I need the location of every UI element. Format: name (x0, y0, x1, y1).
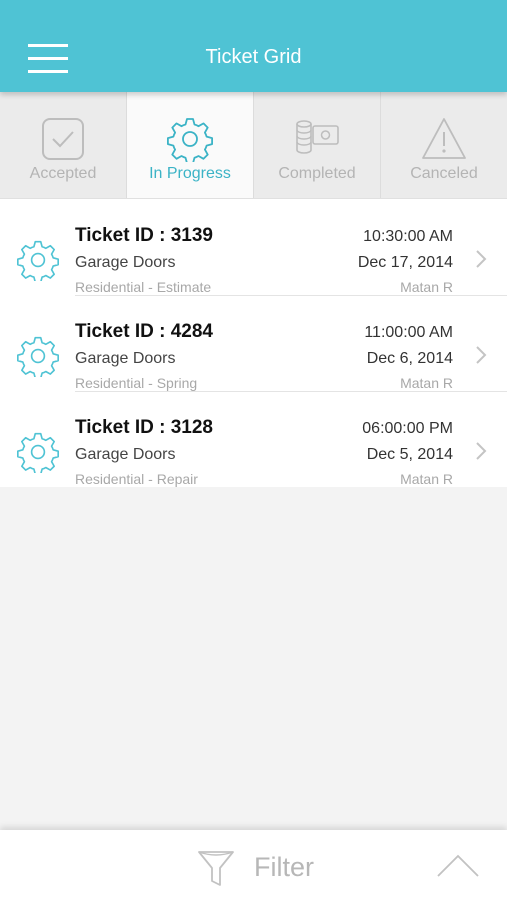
money-icon (296, 120, 339, 154)
gear-icon (17, 240, 59, 281)
ticket-user: Matan R (400, 279, 453, 295)
chevron-right-icon (476, 442, 487, 460)
warning-icon (422, 118, 466, 159)
app-header: Ticket Grid (0, 0, 507, 92)
chevron-right-icon (476, 346, 487, 364)
ticket-id: Ticket ID : 3128 (75, 417, 214, 438)
ticket-time: 06:00:00 PM (362, 420, 453, 437)
gear-icon (17, 432, 59, 473)
filter-label: Filter (254, 852, 314, 882)
ticket-user: Matan R (400, 375, 453, 391)
ticket-subtitle: Residential - Estimate (75, 279, 212, 295)
ticket-date: Dec 6, 2014 (366, 350, 453, 367)
chevron-up-icon[interactable] (436, 852, 480, 880)
ticket-time: 11:00:00 AM (364, 324, 453, 341)
ticket-id: Ticket ID : 4284 (75, 321, 214, 342)
ticket-list: Ticket ID : 3139 Garage Doors Residentia… (0, 199, 507, 487)
ticket-row[interactable]: Ticket ID : 3128 Garage Doors Residentia… (0, 391, 507, 487)
tab-completed[interactable]: Completed (254, 92, 381, 198)
page-title: Ticket Grid (205, 46, 302, 68)
ticket-category: Garage Doors (75, 446, 176, 463)
ticket-category: Garage Doors (75, 350, 176, 367)
tab-in-progress[interactable]: In Progress (127, 92, 254, 198)
ticket-category: Garage Doors (75, 254, 176, 271)
funnel-icon (198, 851, 234, 886)
ticket-user: Matan R (400, 471, 453, 487)
ticket-time: 10:30:00 AM (363, 228, 453, 245)
ticket-date: Dec 5, 2014 (366, 446, 453, 463)
ticket-row[interactable]: Ticket ID : 3139 Garage Doors Residentia… (0, 199, 507, 295)
ticket-row[interactable]: Ticket ID : 4284 Garage Doors Residentia… (0, 295, 507, 391)
tab-label: Canceled (410, 165, 478, 182)
tab-label: In Progress (149, 165, 231, 182)
tab-label: Completed (278, 165, 356, 182)
ticket-subtitle: Residential - Repair (75, 471, 198, 487)
ticket-date: Dec 17, 2014 (357, 254, 453, 271)
filter-button[interactable]: Filter (196, 844, 336, 888)
check-box-icon (42, 118, 84, 160)
gear-icon (17, 336, 59, 377)
ticket-id: Ticket ID : 3139 (75, 225, 214, 246)
tab-accepted[interactable]: Accepted (0, 92, 127, 198)
tab-canceled[interactable]: Canceled (381, 92, 507, 198)
chevron-right-icon (476, 250, 487, 268)
gear-icon (167, 118, 213, 162)
bottom-bar: Filter (0, 830, 507, 900)
menu-line-icon (28, 70, 68, 73)
tab-label: Accepted (29, 165, 97, 182)
status-tabs: Accepted In Progress Completed Canceled (0, 92, 507, 199)
ticket-subtitle: Residential - Spring (75, 375, 198, 391)
